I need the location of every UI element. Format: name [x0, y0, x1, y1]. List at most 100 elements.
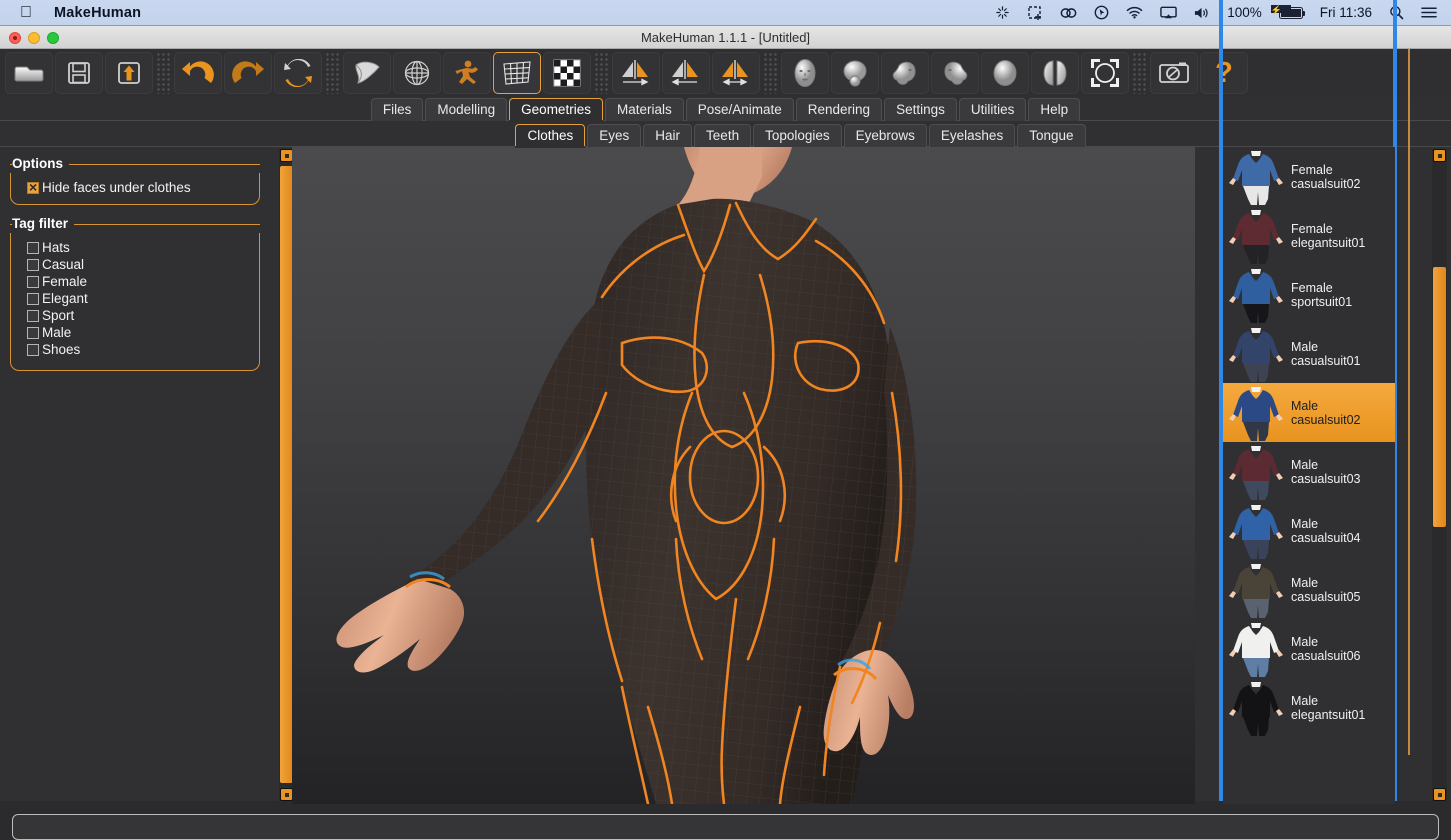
wifi-icon[interactable]: [1126, 6, 1143, 19]
checkbox-box[interactable]: [27, 258, 39, 271]
clothes-item-label: Male casualsuit06: [1291, 634, 1361, 663]
tab-utilities[interactable]: Utilities: [958, 98, 1027, 121]
checkbox-box[interactable]: [27, 326, 39, 339]
clothes-list-item[interactable]: Male casualsuit06: [1223, 619, 1395, 678]
battery-charging-icon[interactable]: ⚡: [1270, 4, 1306, 19]
export-button[interactable]: [105, 52, 153, 94]
checkbox-box[interactable]: [27, 241, 39, 254]
tag-filter-group: Tag filter Hats Casual Female Elegant Sport M…: [10, 215, 270, 371]
scroll-down-button[interactable]: [1433, 788, 1446, 801]
3d-viewport[interactable]: [292, 147, 1195, 804]
cursor-tracker-icon[interactable]: [1094, 5, 1109, 20]
tab-settings[interactable]: Settings: [884, 98, 957, 121]
zoom-button[interactable]: [47, 31, 59, 44]
menu-bar-clock[interactable]: Fri 11:36: [1320, 5, 1372, 20]
tag-female[interactable]: Female: [11, 273, 259, 290]
clothes-list-item[interactable]: Male casualsuit01: [1223, 324, 1395, 383]
background-button[interactable]: [543, 52, 591, 94]
tag-casual[interactable]: Casual: [11, 256, 259, 273]
reset-mesh-button[interactable]: [274, 52, 322, 94]
checkbox-box[interactable]: [27, 275, 39, 288]
tab-materials[interactable]: Materials: [604, 98, 684, 121]
checkbox-label: Casual: [42, 257, 85, 272]
wireframe-button[interactable]: [393, 52, 441, 94]
clothes-list-item[interactable]: Male elegantsuit01: [1223, 678, 1395, 737]
left-options-panel: Options Hide faces under clothes Tag fil…: [0, 147, 270, 801]
subtab-teeth[interactable]: Teeth: [694, 124, 752, 147]
notification-list-icon[interactable]: [1421, 6, 1437, 19]
subtab-topologies[interactable]: Topologies: [753, 124, 842, 147]
clothes-list-item[interactable]: Female casualsuit02: [1223, 147, 1395, 206]
symmetry-right-button[interactable]: [612, 52, 660, 94]
clothes-list-panel[interactable]: Female casualsuit02 Female elegantsuit01 Fem…: [1223, 147, 1395, 804]
airplay-icon[interactable]: [1160, 6, 1177, 20]
tab-geometries[interactable]: Geometries: [509, 98, 603, 122]
reset-camera-button[interactable]: [1081, 52, 1129, 94]
symmetry-left-button[interactable]: [662, 52, 710, 94]
checkbox-box[interactable]: [27, 179, 39, 195]
subtab-hair[interactable]: Hair: [643, 124, 693, 147]
help-group: ?: [1199, 52, 1249, 94]
creative-cloud-icon[interactable]: [1060, 6, 1077, 20]
checkbox-box[interactable]: [27, 309, 39, 322]
close-button[interactable]: [9, 31, 21, 44]
back-view-button[interactable]: [981, 52, 1029, 94]
symmetry-both-button[interactable]: [712, 52, 760, 94]
subtab-eyes[interactable]: Eyes: [587, 124, 642, 147]
right-view-button[interactable]: [881, 52, 929, 94]
subtab-eyebrows[interactable]: Eyebrows: [843, 124, 927, 147]
scroll-up-button[interactable]: [1433, 149, 1446, 162]
clothes-list-item[interactable]: Female sportsuit01: [1223, 265, 1395, 324]
brightness-sparkle-icon[interactable]: [995, 5, 1010, 20]
edit-tool-group: [173, 52, 323, 94]
clothes-list-item[interactable]: Male casualsuit03: [1223, 442, 1395, 501]
clothes-item-label: Male casualsuit05: [1291, 575, 1361, 604]
side-pair-view-button[interactable]: [1031, 52, 1079, 94]
pose-button[interactable]: [443, 52, 491, 94]
tag-male[interactable]: Male: [11, 324, 259, 341]
clothes-thumbnail: [1227, 621, 1285, 677]
left-view-button[interactable]: [931, 52, 979, 94]
clothes-list-item[interactable]: Female elegantsuit01: [1223, 206, 1395, 265]
redo-button[interactable]: [224, 52, 272, 94]
clothes-item-label: Male casualsuit03: [1291, 457, 1361, 486]
subtab-tongue[interactable]: Tongue: [1017, 124, 1086, 147]
top-view-button[interactable]: [831, 52, 879, 94]
clothes-list-item[interactable]: Male casualsuit02: [1223, 383, 1395, 442]
volume-icon[interactable]: [1194, 6, 1210, 20]
clothes-thumbnail: [1227, 208, 1285, 264]
tab-modelling[interactable]: Modelling: [425, 98, 508, 121]
screenshot-selection-icon[interactable]: [1027, 5, 1043, 21]
front-view-button[interactable]: [781, 52, 829, 94]
clothes-thumbnail: [1227, 385, 1285, 441]
load-button[interactable]: [5, 52, 53, 94]
tag-elegant[interactable]: Elegant: [11, 290, 259, 307]
tab-rendering[interactable]: Rendering: [795, 98, 883, 121]
clothes-list-vertical-scrollbar[interactable]: [1432, 149, 1447, 801]
tab-pose-animate[interactable]: Pose/Animate: [685, 98, 794, 121]
tab-files[interactable]: Files: [370, 98, 424, 121]
clothes-list-item[interactable]: Male casualsuit05: [1223, 560, 1395, 619]
tag-shoes[interactable]: Shoes: [11, 341, 259, 358]
clothes-list-item[interactable]: Male casualsuit04: [1223, 501, 1395, 560]
tab-help[interactable]: Help: [1028, 98, 1081, 121]
option-hide-faces-under-clothes[interactable]: Hide faces under clothes: [11, 179, 259, 196]
checkbox-box[interactable]: [27, 343, 39, 356]
smooth-button[interactable]: [343, 52, 391, 94]
grid-button[interactable]: [493, 52, 541, 94]
checkbox-box[interactable]: [27, 292, 39, 305]
tag-sport[interactable]: Sport: [11, 307, 259, 324]
help-button[interactable]: ?: [1200, 52, 1248, 94]
subtab-clothes[interactable]: Clothes: [515, 124, 586, 148]
scroll-thumb[interactable]: [1433, 267, 1446, 527]
minimize-button[interactable]: [28, 31, 40, 44]
clothes-item-label: Male casualsuit04: [1291, 516, 1361, 545]
window-controls: [9, 26, 59, 49]
subtab-eyelashes[interactable]: Eyelashes: [928, 124, 1016, 147]
active-app-name[interactable]: MakeHuman: [54, 5, 141, 21]
apple-menu-icon[interactable]: : [20, 4, 32, 21]
undo-button[interactable]: [174, 52, 222, 94]
tag-hats[interactable]: Hats: [11, 239, 259, 256]
grab-screen-button[interactable]: [1150, 52, 1198, 94]
save-button[interactable]: [55, 52, 103, 94]
